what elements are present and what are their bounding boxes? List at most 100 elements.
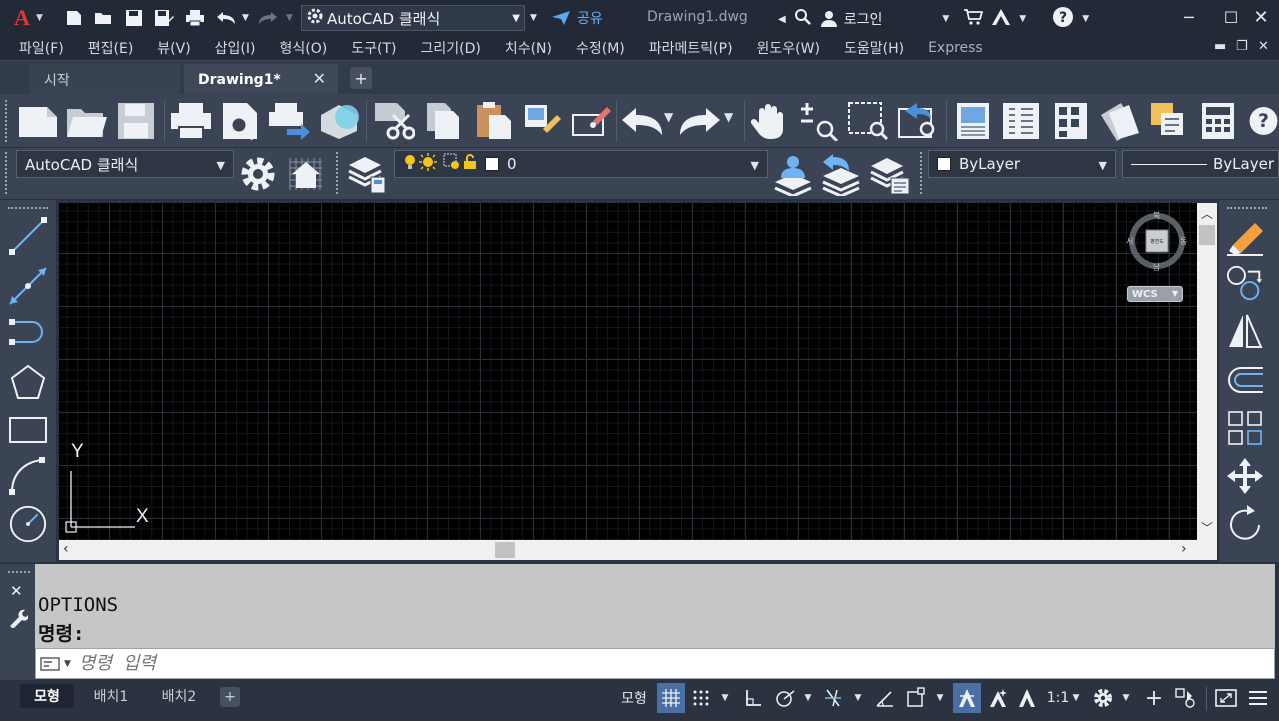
layer-states-icon[interactable] (866, 150, 912, 198)
open-folder-icon[interactable] (64, 100, 110, 142)
layer-previous-icon[interactable] (818, 150, 864, 198)
chevron-down-icon[interactable]: ▼ (36, 13, 43, 23)
help-large-icon[interactable]: ? (1248, 100, 1279, 142)
doc-restore-icon[interactable]: ❐ (1236, 39, 1248, 54)
new-icon[interactable] (62, 4, 86, 32)
application-menu-logo[interactable]: A (8, 4, 36, 32)
undo-icon[interactable] (214, 4, 238, 32)
isodraft-dropdown-icon[interactable]: ▼ (850, 683, 866, 713)
menu-modify[interactable]: 수정(M) (576, 38, 625, 58)
plot-printer-icon[interactable] (168, 100, 214, 142)
sheet-set-icon[interactable] (1096, 100, 1142, 142)
scroll-left-icon[interactable]: ‹ (63, 541, 69, 557)
workspace-switching-gear-icon[interactable] (1090, 683, 1116, 713)
polyline-icon[interactable] (8, 314, 48, 354)
save-as-icon[interactable] (152, 4, 176, 32)
tab-layout1[interactable]: 배치1 (80, 684, 142, 708)
make-current-layer-icon[interactable] (770, 150, 816, 198)
toolbar-grip[interactable] (336, 152, 340, 194)
mirror-icon[interactable] (1225, 312, 1265, 352)
layer-properties-manager-icon[interactable] (344, 150, 390, 196)
undo-large-icon[interactable] (620, 100, 664, 142)
viewcube[interactable]: 평면도 북 남 서 동 (1126, 210, 1188, 272)
plot-icon[interactable] (182, 4, 208, 32)
ortho-mode-icon[interactable] (740, 683, 766, 713)
autodesk-icon[interactable] (991, 8, 1011, 30)
doc-minimize-icon[interactable]: ▬ (1214, 39, 1226, 54)
scroll-down-icon[interactable]: ﹀ (1201, 519, 1213, 536)
command-input-box[interactable]: ▼ (35, 648, 1275, 679)
menu-format[interactable]: 형식(O) (280, 38, 328, 58)
vertical-scroll-thumb[interactable] (1199, 225, 1215, 245)
tab-start[interactable]: 시작 (30, 64, 180, 95)
annotation-monitor-plus-icon[interactable]: + (1140, 683, 1168, 713)
menu-window[interactable]: 윈도우(W) (757, 38, 820, 58)
undo-dropdown-icon[interactable]: ▼ (242, 13, 249, 23)
login-button[interactable]: 로그인 (820, 9, 882, 29)
horizontal-scroll-thumb[interactable] (495, 542, 515, 558)
block-editor-icon[interactable] (568, 100, 614, 142)
auto-scale-icon[interactable] (984, 683, 1012, 713)
workspace-select[interactable]: AutoCAD 클래식 ▼ (301, 5, 525, 31)
viewcube-east[interactable]: 동 (1180, 236, 1187, 247)
menu-dimension[interactable]: 치수(N) (505, 38, 552, 58)
copy-icon[interactable] (420, 100, 466, 142)
command-grip[interactable] (8, 571, 30, 575)
object-snap-icon[interactable] (902, 683, 930, 713)
clean-screen-icon[interactable] (1212, 683, 1240, 713)
3d-dwf-icon[interactable] (316, 100, 362, 142)
workspace-switch-dropdown-icon[interactable]: ▼ (1118, 683, 1134, 713)
markup-set-icon[interactable] (1146, 100, 1192, 142)
erase-icon[interactable] (1225, 216, 1265, 256)
zoom-window-icon[interactable] (844, 100, 890, 142)
grid-display-icon[interactable] (657, 683, 685, 713)
annotation-scale-icon[interactable] (1014, 683, 1040, 713)
zoom-previous-icon[interactable] (894, 100, 940, 142)
toolbar-grip[interactable] (5, 100, 9, 142)
initial-setup-house-icon[interactable] (284, 152, 328, 196)
menu-draw[interactable]: 그리기(D) (420, 38, 480, 58)
cart-icon[interactable] (963, 9, 984, 29)
help-icon[interactable]: ? (1052, 6, 1074, 32)
snap-mode-icon[interactable] (689, 683, 713, 713)
open-icon[interactable] (92, 4, 116, 32)
design-center-icon[interactable] (998, 100, 1044, 142)
move-icon[interactable] (1225, 456, 1265, 496)
cut-icon[interactable] (370, 100, 416, 142)
menu-edit[interactable]: 편집(E) (88, 38, 134, 58)
redo-large-icon[interactable] (678, 100, 722, 142)
vertical-scrollbar[interactable]: ︿ ﹀ (1197, 203, 1217, 540)
menu-tools[interactable]: 도구(T) (351, 38, 396, 58)
save-icon[interactable] (122, 4, 146, 32)
publish-icon[interactable] (266, 100, 312, 142)
model-space-button[interactable]: 모형 (614, 683, 654, 713)
arc-icon[interactable] (8, 456, 48, 496)
scroll-right-icon[interactable]: › (1181, 541, 1187, 557)
construction-line-icon[interactable] (8, 266, 48, 306)
isodraft-icon[interactable] (820, 683, 846, 713)
search-icon[interactable] (794, 8, 812, 30)
login-dropdown-icon[interactable]: ▼ (942, 14, 949, 24)
match-properties-icon[interactable] (520, 100, 566, 142)
circle-icon[interactable] (8, 504, 48, 544)
polygon-icon[interactable] (8, 362, 48, 402)
toolbar-grip[interactable] (1227, 207, 1267, 211)
command-close-icon[interactable]: ✕ (10, 582, 23, 600)
color-combo[interactable]: ByLayer ▼ (928, 150, 1116, 178)
toolbar-grip[interactable] (5, 152, 9, 194)
close-icon[interactable]: ✕ (1245, 4, 1277, 30)
polar-dropdown-icon[interactable]: ▼ (800, 683, 816, 713)
object-snap-dropdown-icon[interactable]: ▼ (932, 683, 948, 713)
close-tab-icon[interactable]: ✕ (313, 69, 326, 88)
menu-view[interactable]: 뷰(V) (157, 38, 190, 58)
annotation-visibility-icon[interactable] (953, 683, 981, 713)
quickcalc-icon[interactable] (1196, 100, 1240, 142)
tab-model[interactable]: 모형 (20, 684, 74, 708)
pan-hand-icon[interactable] (748, 100, 794, 142)
layer-combo[interactable]: 0 ▼ (394, 150, 768, 178)
drawing-canvas[interactable]: Y X (59, 203, 1197, 540)
workspace-combo[interactable]: AutoCAD 클래식 ▼ (16, 150, 234, 178)
tab-drawing1[interactable]: Drawing1* ✕ (184, 64, 338, 95)
zoom-realtime-icon[interactable] (796, 100, 842, 142)
minimize-icon[interactable]: ─ (1173, 4, 1205, 30)
